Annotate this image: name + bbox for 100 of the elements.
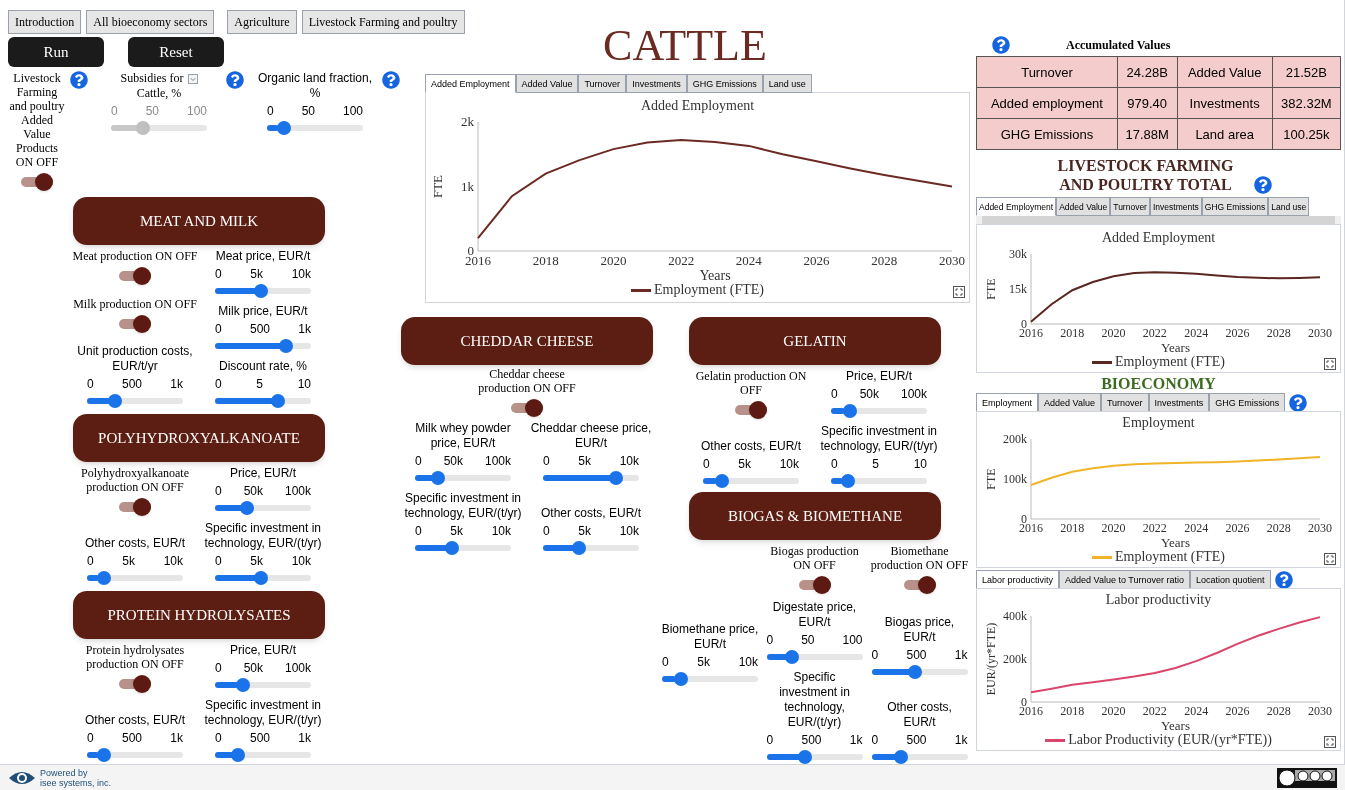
slider[interactable] <box>831 474 927 488</box>
chart-tab[interactable]: Investments <box>1149 197 1202 216</box>
chart-tab[interactable]: Investments <box>626 74 687 93</box>
slider-thumb[interactable] <box>107 394 122 408</box>
slider-thumb[interactable] <box>908 665 923 679</box>
toggle-switch[interactable] <box>798 576 831 594</box>
slider[interactable] <box>415 541 511 555</box>
chart-tab[interactable]: Added Employment <box>425 74 516 93</box>
slider[interactable] <box>543 541 639 555</box>
chart-tab[interactable]: Added Employment <box>976 197 1057 216</box>
help-icon[interactable] <box>992 36 1010 54</box>
slider[interactable] <box>662 672 758 686</box>
tick-label: 100 <box>342 103 363 119</box>
help-icon[interactable] <box>70 71 88 89</box>
tick-label: 0 <box>215 266 222 282</box>
toggle-switch[interactable] <box>119 675 151 693</box>
tick-label: 2028 <box>1266 521 1291 535</box>
chart-tab[interactable]: Added Value <box>1038 393 1101 412</box>
nav-button[interactable]: All bioeconomy sectors <box>86 10 215 34</box>
slider[interactable] <box>215 748 311 762</box>
tick-label: 2018 <box>532 253 559 268</box>
help-icon[interactable] <box>1253 176 1272 194</box>
slider-thumb[interactable] <box>235 678 250 692</box>
slider-thumb[interactable] <box>431 471 446 485</box>
chart-tab[interactable]: Added Value to Turnover ratio <box>1059 570 1190 589</box>
help-icon[interactable] <box>226 71 244 89</box>
slider-thumb[interactable] <box>96 571 111 585</box>
slider[interactable] <box>215 284 311 298</box>
slider[interactable] <box>215 394 311 408</box>
chart-tab[interactable]: GHG Emissions <box>686 74 763 93</box>
slider-label: Specific investment in technology, EUR/(t/yr) <box>778 670 851 730</box>
slider[interactable] <box>766 650 863 664</box>
tab-scrollbar[interactable] <box>976 216 1341 224</box>
chart-tab[interactable]: Added Value <box>515 74 579 93</box>
slider-thumb[interactable] <box>270 394 285 408</box>
slider[interactable] <box>766 750 863 764</box>
slider[interactable] <box>215 501 311 515</box>
toggle-switch[interactable] <box>511 399 543 417</box>
action-button[interactable]: Reset <box>128 37 224 67</box>
slider[interactable] <box>87 748 183 762</box>
slider[interactable] <box>871 750 968 764</box>
slider-thumb[interactable] <box>797 750 812 764</box>
chart-tab[interactable]: Turnover <box>1110 197 1150 216</box>
expand-icon[interactable] <box>1324 553 1336 565</box>
slider[interactable] <box>703 474 799 488</box>
slider-thumb[interactable] <box>571 541 586 555</box>
tick-label: 5k <box>122 553 135 569</box>
tick-label: 10k <box>738 654 758 670</box>
slider-thumb[interactable] <box>840 474 855 488</box>
tick-label: 2026 <box>1225 326 1250 340</box>
slider-thumb[interactable] <box>253 571 268 585</box>
slider-thumb[interactable] <box>278 339 293 353</box>
slider-thumb[interactable] <box>445 541 460 555</box>
chart-tab[interactable]: Land use <box>762 74 812 93</box>
slider-thumb[interactable] <box>608 471 623 485</box>
action-button[interactable]: Run <box>8 37 104 67</box>
slider[interactable] <box>543 471 639 485</box>
slider[interactable] <box>87 571 183 585</box>
toggle-switch[interactable] <box>119 267 151 285</box>
chart-tab[interactable]: Land use <box>1268 197 1310 216</box>
expand-icon[interactable] <box>1324 736 1336 748</box>
panel-heading: LIVESTOCK FARMING AND POULTRY TOTAL <box>1056 156 1235 194</box>
slider[interactable] <box>871 665 968 679</box>
toggle-switch[interactable] <box>21 173 53 191</box>
slider-thumb[interactable] <box>239 501 254 515</box>
slider-thumb[interactable] <box>715 474 730 488</box>
slider[interactable] <box>87 394 183 408</box>
slider[interactable] <box>267 121 363 135</box>
slider-thumb[interactable] <box>253 284 268 298</box>
nav-button[interactable]: Introduction <box>8 10 82 34</box>
chart-tab[interactable]: GHG Emissions <box>1201 197 1269 216</box>
slider-thumb[interactable] <box>96 748 111 762</box>
table-cell: GHG Emissions <box>976 118 1118 150</box>
slider[interactable] <box>215 571 311 585</box>
nav-button[interactable]: Agriculture <box>227 10 297 34</box>
toggle-label: Biomethane production ON OFF <box>869 544 970 572</box>
slider-label: Meat price, EUR/t <box>215 249 311 264</box>
help-icon[interactable] <box>382 71 400 89</box>
help-icon[interactable] <box>1289 393 1308 412</box>
dropdown-icon[interactable] <box>187 73 198 84</box>
slider-thumb[interactable] <box>784 650 799 664</box>
nav-button[interactable]: Livestock Farming and poultry <box>301 10 465 34</box>
slider[interactable] <box>215 678 311 692</box>
slider-thumb[interactable] <box>674 672 689 686</box>
slider[interactable] <box>215 339 311 353</box>
toggle-switch[interactable] <box>735 401 767 419</box>
slider-thumb[interactable] <box>894 750 909 764</box>
chart-tab[interactable]: Added Value <box>1056 197 1111 216</box>
slider[interactable] <box>415 471 511 485</box>
expand-icon[interactable] <box>1324 358 1336 370</box>
toggle-switch[interactable] <box>903 576 936 594</box>
slider-thumb[interactable] <box>843 404 858 418</box>
slider[interactable] <box>831 404 927 418</box>
slider-thumb[interactable] <box>276 121 291 135</box>
expand-icon[interactable] <box>953 286 965 298</box>
help-icon[interactable] <box>1274 570 1293 589</box>
toggle-switch[interactable] <box>119 314 151 333</box>
toggle-switch[interactable] <box>119 498 151 516</box>
slider-thumb[interactable] <box>231 748 246 762</box>
chart-tab[interactable]: Turnover <box>578 74 627 93</box>
